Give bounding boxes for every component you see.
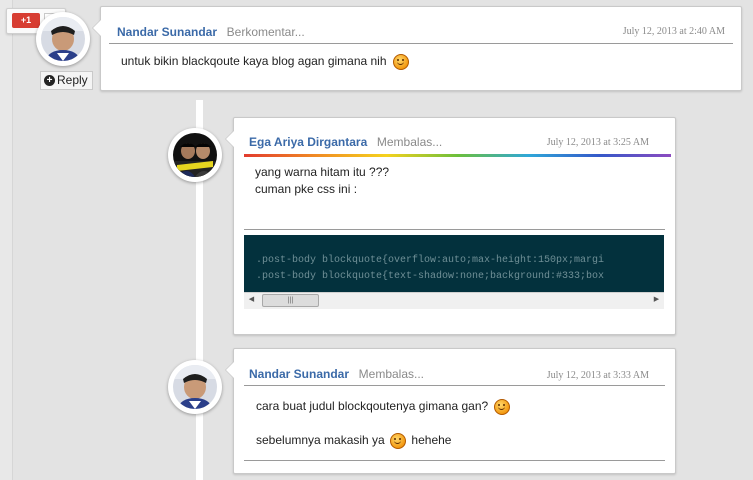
comment-date[interactable]: July 12, 2013 at 3:25 AM — [547, 137, 649, 148]
comment-action: Membalas... — [376, 135, 443, 149]
code-content: .post-body blockquote{overflow:auto;max-… — [244, 235, 664, 292]
code-line: .post-body blockquote{overflow:auto;max-… — [256, 255, 605, 266]
comment-date[interactable]: July 12, 2013 at 3:33 AM — [547, 370, 649, 381]
comment-body: yang warna hitam itu ??? cuman pke css i… — [255, 164, 389, 198]
avatar-photo — [41, 17, 85, 61]
comment-body: untuk bikin blackqoute kaya blog agan gi… — [121, 53, 409, 70]
comment-line: cara buat judul blockqoutenya gimana gan… — [256, 398, 510, 415]
author-link[interactable]: Nandar Sunandar — [249, 367, 349, 381]
scroll-left-icon[interactable]: ◀ — [245, 294, 258, 306]
gplus-label: +1 — [20, 15, 32, 25]
avatar[interactable] — [36, 12, 90, 66]
comment-box: Nandar Sunandar Membalas... July 12, 201… — [225, 348, 676, 474]
comment-pointer — [225, 130, 234, 148]
comment-text: sebelumnya makasih ya — [256, 433, 385, 447]
rainbow-divider — [244, 154, 671, 157]
comment-divider — [244, 460, 665, 461]
code-line: .post-body blockquote{text-shadow:none;b… — [256, 271, 605, 282]
comment-line: cuman pke css ini : — [255, 182, 358, 196]
avatar[interactable] — [168, 128, 222, 182]
comment-header: Ega Ariya Dirgantara Membalas... — [249, 134, 442, 149]
scrollbar-grip: ||| — [287, 297, 294, 304]
comment-pointer — [92, 19, 101, 37]
avatar[interactable] — [168, 360, 222, 414]
horizontal-scrollbar[interactable]: ◀ ||| ▶ — [244, 292, 664, 309]
avatar-photo — [173, 133, 217, 177]
comment-header: Nandar Sunandar Membalas... — [249, 366, 424, 381]
comment-body: cara buat judul blockqoutenya gimana gan… — [256, 398, 510, 449]
smiley-icon — [390, 432, 407, 449]
code-block[interactable]: .post-body blockquote{overflow:auto;max-… — [244, 235, 664, 309]
comment-text: cara buat judul blockqoutenya gimana gan… — [256, 399, 489, 413]
author-link[interactable]: Ega Ariya Dirgantara — [249, 135, 367, 149]
reply-label: Reply — [57, 73, 88, 87]
avatar-photo — [173, 365, 217, 409]
comment-line: yang warna hitam itu ??? — [255, 165, 390, 179]
comment-divider — [244, 385, 665, 386]
comment-box: Ega Ariya Dirgantara Membalas... July 12… — [225, 117, 676, 335]
author-link[interactable]: Nandar Sunandar — [117, 25, 217, 39]
comment-text: hehehe — [411, 433, 452, 447]
comment-header: Nandar Sunandar Berkomentar... — [117, 24, 305, 39]
comment-action: Berkomentar... — [226, 25, 305, 39]
plus-circle-icon: + — [44, 75, 55, 86]
smiley-icon — [493, 398, 510, 415]
comment-text: untuk bikin blackqoute kaya blog agan gi… — [121, 54, 387, 68]
comment-divider — [244, 229, 665, 230]
reply-button[interactable]: + Reply — [40, 71, 93, 90]
gplus-button[interactable]: +1 — [12, 13, 40, 28]
comment-action: Membalas... — [358, 367, 425, 381]
comment-pointer — [225, 361, 234, 379]
comment-divider — [109, 43, 733, 44]
comment-date[interactable]: July 12, 2013 at 2:40 AM — [623, 26, 725, 37]
scrollbar-thumb[interactable]: ||| — [262, 294, 319, 307]
comment-box: Nandar Sunandar Berkomentar... July 12, … — [92, 6, 742, 91]
smiley-icon — [392, 53, 409, 70]
left-rail — [0, 0, 13, 480]
scroll-right-icon[interactable]: ▶ — [650, 294, 663, 306]
comment-line: sebelumnya makasih ya hehehe — [256, 432, 510, 449]
